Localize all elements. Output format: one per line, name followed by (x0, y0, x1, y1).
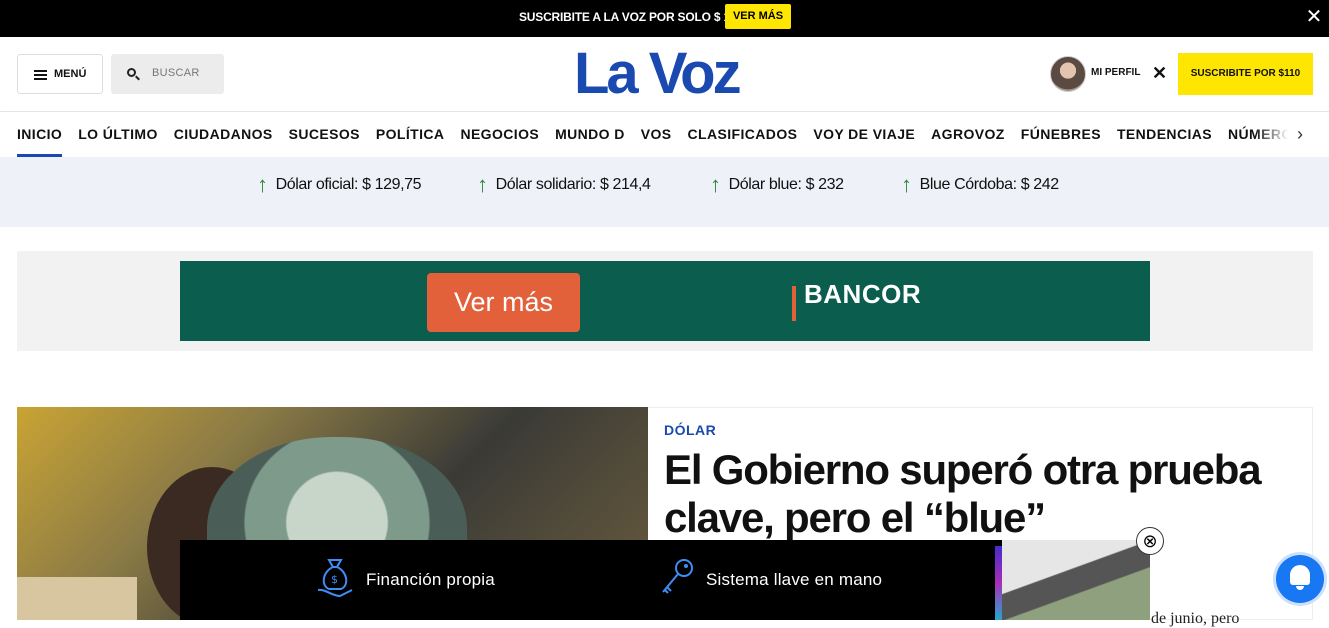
nav-item[interactable]: MUNDO D (555, 112, 625, 157)
nav-item[interactable]: INICIO (17, 112, 63, 157)
notification-bell-icon[interactable] (1276, 555, 1324, 603)
search-icon (127, 68, 136, 77)
ticker-label: Dólar solidario: $ 214,4 (495, 176, 651, 193)
subscribe-topbar: SUSCRIBITE A LA VOZ POR SOLO $ 110 VER M… (0, 0, 1329, 37)
money-bag-icon: $ (317, 559, 353, 598)
bancor-logo-bar (792, 286, 796, 321)
nav-item[interactable]: SUCESOS (289, 112, 360, 157)
bancor-logo: BANCOR (804, 279, 922, 309)
avatar[interactable] (1050, 56, 1086, 92)
menu-label: MENÚ (54, 68, 87, 80)
nav-item[interactable]: AGROVOZ (931, 112, 1005, 157)
chevron-right-icon[interactable]: › (1297, 124, 1303, 145)
ticker-item[interactable]: ↑ Dólar solidario: $ 214,4 (477, 172, 651, 197)
site-header: MENÚ BUSCAR La Voz MI PERFIL ✕ SUSCRIBIT… (0, 37, 1329, 112)
nav-item[interactable]: CLASIFICADOS (688, 112, 798, 157)
main-nav: INICIO LO ÚLTIMO CIUDADANOS SUCESOS POLÍTICA… (0, 112, 1329, 157)
ticker-label: Dólar blue: $ 232 (728, 176, 844, 193)
bell-clapper (1296, 586, 1304, 590)
ad-house-image (1002, 540, 1150, 620)
nav-item[interactable]: CIUDADANOS (174, 112, 273, 157)
arrow-up-icon: ↑ (257, 172, 268, 197)
ticker-label: Blue Córdoba: $ 242 (919, 176, 1060, 193)
bell-body (1290, 565, 1310, 585)
currency-ticker: ↑ Dólar oficial: $ 129,75 ↑ Dólar solida… (0, 157, 1329, 227)
arrow-up-icon: ↑ (477, 172, 488, 197)
bancor-banner-ad[interactable]: Ver más BANCOR (180, 261, 1150, 341)
ad-ver-mas-button[interactable]: Ver más (427, 273, 580, 332)
nav-item[interactable]: VOS (641, 112, 672, 157)
ad-item-sistema: Sistema llave en mano (706, 570, 883, 589)
close-icon[interactable]: ✕ (1152, 63, 1167, 84)
arrow-up-icon: ↑ (710, 172, 721, 197)
search-placeholder: BUSCAR (152, 67, 200, 79)
arrow-up-icon: ↑ (901, 172, 912, 197)
nav-list: INICIO LO ÚLTIMO CIUDADANOS SUCESOS POLÍTICA… (17, 112, 1329, 157)
close-icon[interactable]: ✕ (1305, 6, 1323, 28)
ticker-item[interactable]: ↑ Blue Córdoba: $ 242 (901, 172, 1060, 197)
article-headline[interactable]: El Gobierno superó otra prueba clave, pe… (664, 446, 1264, 542)
nav-fade (1255, 112, 1329, 157)
nav-item[interactable]: TENDENCIAS (1117, 112, 1212, 157)
ver-mas-button[interactable]: VER MÁS (725, 4, 791, 29)
subscribe-button[interactable]: SUSCRIBITE POR $110 (1178, 53, 1313, 95)
search-input[interactable]: BUSCAR (111, 54, 224, 94)
ad-item-financion: Financión propia (366, 570, 495, 589)
nav-item[interactable]: FÚNEBRES (1021, 112, 1101, 157)
site-logo[interactable]: La Voz (574, 45, 742, 103)
close-ad-icon[interactable]: ⊗ (1136, 527, 1164, 555)
nav-item[interactable]: NEGOCIOS (460, 112, 539, 157)
bottom-sticky-ad[interactable]: $ Financión propia Sistema llave en mano (180, 540, 1150, 620)
ticker-item[interactable]: ↑ Dólar oficial: $ 129,75 (257, 172, 422, 197)
key-icon (662, 559, 693, 594)
article-lead: de junio, pero (1151, 610, 1240, 627)
hamburger-icon (34, 70, 47, 80)
menu-button[interactable]: MENÚ (17, 54, 103, 94)
nav-item[interactable]: POLÍTICA (376, 112, 445, 157)
article-kicker[interactable]: DÓLAR (664, 422, 716, 438)
ticker-item[interactable]: ↑ Dólar blue: $ 232 (710, 172, 844, 197)
hero-image-foreground (17, 577, 137, 620)
promo-text: SUSCRIBITE A LA VOZ POR SOLO $ 110 (519, 10, 743, 24)
svg-text:$: $ (331, 573, 338, 586)
profile-link[interactable]: MI PERFIL (1091, 67, 1140, 78)
nav-item[interactable]: LO ÚLTIMO (78, 112, 158, 157)
ticker-label: Dólar oficial: $ 129,75 (275, 176, 422, 193)
nav-item[interactable]: VOY DE VIAJE (813, 112, 915, 157)
